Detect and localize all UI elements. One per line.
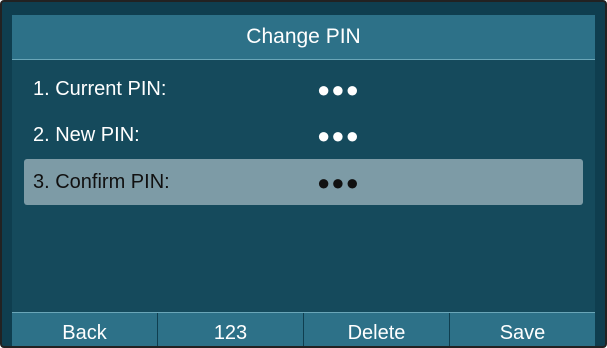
new-pin-input[interactable]: ●●● [317, 112, 360, 158]
delete-softkey[interactable]: Delete [304, 313, 450, 346]
confirm-pin-input[interactable]: ●●● [317, 159, 360, 205]
page-title: Change PIN [246, 25, 361, 48]
back-softkey[interactable]: Back [12, 313, 158, 346]
confirm-pin-label: 3. Confirm PIN: [33, 171, 170, 193]
softkey-bar: Back 123 Delete Save [12, 312, 595, 346]
current-pin-input[interactable]: ●●● [317, 66, 360, 112]
current-pin-field[interactable]: 1. Current PIN: ●●● [24, 66, 583, 112]
pin-form: 1. Current PIN: ●●● 2. New PIN: ●●● 3. C… [12, 60, 595, 312]
confirm-pin-field[interactable]: 3. Confirm PIN: ●●● [24, 159, 583, 205]
save-softkey[interactable]: Save [450, 313, 595, 346]
current-pin-label: 1. Current PIN: [33, 78, 167, 100]
phone-screen: Change PIN 1. Current PIN: ●●● 2. New PI… [0, 0, 607, 348]
input-mode-softkey[interactable]: 123 [158, 313, 304, 346]
new-pin-field[interactable]: 2. New PIN: ●●● [24, 112, 583, 158]
title-bar: Change PIN [12, 15, 595, 60]
new-pin-label: 2. New PIN: [33, 124, 140, 146]
